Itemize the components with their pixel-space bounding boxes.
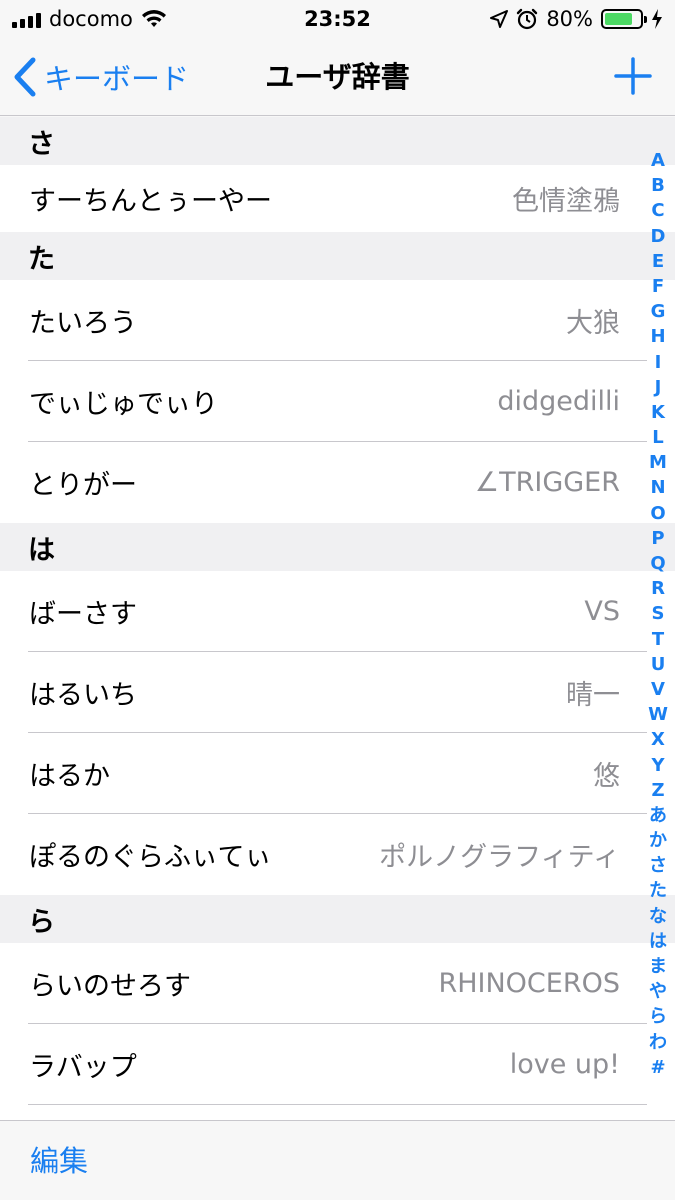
index-item[interactable]: S <box>652 601 665 626</box>
list-item[interactable]: はるいち 晴一 <box>0 652 675 733</box>
index-item[interactable]: K <box>651 400 665 425</box>
list-item[interactable]: ぽるのぐらふぃてぃ ポルノグラフィティ <box>0 814 675 895</box>
status-left: docomo <box>12 0 167 38</box>
alarm-icon <box>517 8 538 30</box>
entry-reading: たいろう <box>29 308 137 339</box>
add-button[interactable] <box>613 56 653 96</box>
status-right: 80% <box>490 0 663 38</box>
entry-word: 色情塗鴉 <box>512 186 620 217</box>
battery-percent: 80% <box>546 7 593 31</box>
back-button[interactable]: キーボード <box>12 38 189 116</box>
list-item[interactable]: すーちんとぅーやー 色情塗鴉 <box>0 165 675 232</box>
entry-reading: ラバップ <box>29 1052 137 1083</box>
index-item[interactable]: B <box>651 173 665 198</box>
entry-word: didgedilli <box>497 386 620 417</box>
entry-word: 晴一 <box>566 680 620 711</box>
section-header-ra: ら <box>0 895 675 943</box>
section-index[interactable]: A B C D E F G H I J K L M N O P Q R S T U V W X Y Z あかさたなはまやらわ # <box>645 148 671 1080</box>
entry-reading: でぃじゅでぃり <box>29 389 218 420</box>
status-bar: docomo 23:52 80% <box>0 0 675 38</box>
index-item[interactable]: か <box>649 828 667 853</box>
index-item[interactable]: N <box>650 475 665 500</box>
index-item[interactable]: W <box>648 702 668 727</box>
index-item[interactable]: J <box>655 375 662 400</box>
index-item[interactable]: D <box>651 224 666 249</box>
index-item[interactable]: I <box>655 350 662 375</box>
chevron-left-icon <box>14 57 36 97</box>
index-item[interactable]: た <box>649 878 667 903</box>
index-item[interactable]: ら <box>649 1004 667 1029</box>
index-item[interactable]: G <box>651 299 666 324</box>
entry-word: ポルノグラフィティ <box>379 842 620 873</box>
entry-word: RHINOCEROS <box>438 968 620 999</box>
back-button-label: キーボード <box>44 62 190 96</box>
index-item[interactable]: Q <box>650 551 665 576</box>
index-item[interactable]: T <box>652 627 664 652</box>
dictionary-list[interactable]: さ すーちんとぅーやー 色情塗鴉 た たいろう 大狼 でぃじゅでぃり didge… <box>0 117 675 1120</box>
entry-word: love up! <box>509 1049 620 1080</box>
index-item[interactable]: X <box>651 727 665 752</box>
charging-bolt-icon <box>652 9 662 29</box>
index-item[interactable]: E <box>652 249 664 274</box>
index-item[interactable]: F <box>652 274 664 299</box>
list-item[interactable]: らいのせろす RHINOCEROS <box>0 943 675 1024</box>
index-item[interactable]: Y <box>651 753 664 778</box>
index-item[interactable]: あ <box>649 803 667 828</box>
entry-reading: はるか <box>29 761 110 792</box>
index-item[interactable]: R <box>651 576 665 601</box>
entry-reading: ばーさす <box>29 599 137 630</box>
index-item[interactable]: さ <box>649 853 667 878</box>
index-item[interactable]: L <box>652 425 663 450</box>
wifi-icon <box>141 10 166 27</box>
entry-word: 悠 <box>593 761 620 792</box>
index-item[interactable]: O <box>650 501 665 526</box>
location-arrow-icon <box>490 10 509 28</box>
index-item[interactable]: Z <box>651 778 664 803</box>
index-item[interactable]: は <box>649 929 667 954</box>
index-item[interactable]: ま <box>649 954 667 979</box>
entry-word: ∠TRIGGER <box>474 467 620 498</box>
list-item[interactable] <box>0 1105 675 1120</box>
index-item[interactable]: V <box>651 677 665 702</box>
index-item[interactable]: U <box>651 652 666 677</box>
carrier-label: docomo <box>49 7 133 31</box>
battery-level <box>605 13 633 25</box>
index-item[interactable]: わ <box>649 1030 667 1055</box>
entry-word: VS <box>584 596 620 627</box>
list-item[interactable]: たいろう 大狼 <box>0 280 675 361</box>
list-item[interactable]: ラバップ love up! <box>0 1024 675 1105</box>
index-item[interactable]: A <box>651 148 665 173</box>
list-item[interactable]: はるか 悠 <box>0 733 675 814</box>
section-header-ha: は <box>0 523 675 571</box>
index-item[interactable]: C <box>651 198 664 223</box>
index-item[interactable]: # <box>650 1055 665 1080</box>
entry-reading: らいのせろす <box>29 971 191 1002</box>
list-item[interactable]: ばーさす VS <box>0 571 675 652</box>
entry-reading: すーちんとぅーやー <box>29 186 272 217</box>
index-item[interactable]: H <box>650 324 665 349</box>
entry-reading: とりがー <box>29 470 137 501</box>
battery-icon <box>601 9 647 29</box>
section-header-ta: た <box>0 232 675 280</box>
navigation-bar: キーボード ユーザ辞書 <box>0 38 675 116</box>
index-item[interactable]: や <box>649 979 667 1004</box>
screen: docomo 23:52 80% キーボード ユーザ辞書 さ すーちんとぅーやー… <box>0 0 675 1200</box>
index-item[interactable]: な <box>649 904 667 929</box>
entry-reading: はるいち <box>29 680 137 711</box>
edit-button[interactable]: 編集 <box>30 1121 88 1200</box>
entry-reading: ぽるのぐらふぃてぃ <box>29 842 272 873</box>
signal-icon <box>12 10 41 28</box>
entry-word: 大狼 <box>566 308 620 339</box>
index-item[interactable]: M <box>649 450 667 475</box>
index-item[interactable]: P <box>651 526 664 551</box>
list-item[interactable]: とりがー ∠TRIGGER <box>0 442 675 523</box>
list-item[interactable]: でぃじゅでぃり didgedilli <box>0 361 675 442</box>
section-header-sa: さ <box>0 117 675 165</box>
bottom-toolbar: 編集 <box>0 1120 675 1200</box>
